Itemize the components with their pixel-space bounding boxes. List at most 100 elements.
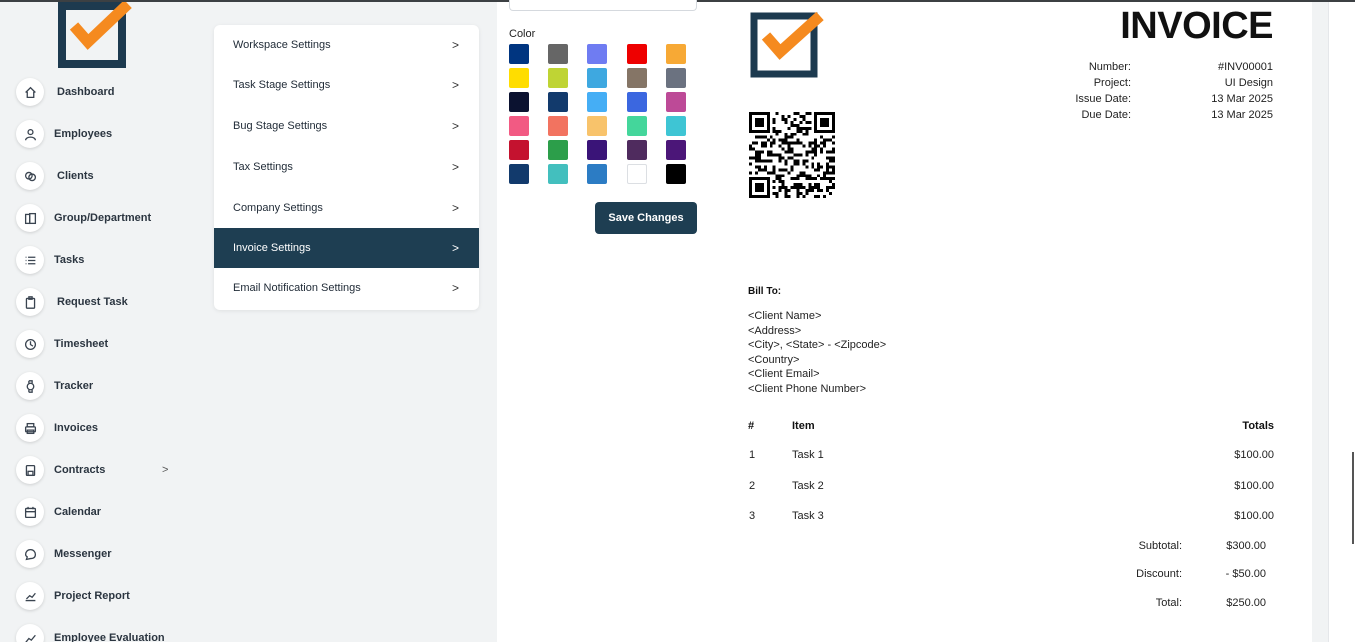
invoice-meta-key: Project:: [1093, 77, 1131, 89]
color-swatch[interactable]: [627, 68, 647, 88]
color-swatch[interactable]: [548, 116, 568, 136]
color-swatch[interactable]: [548, 92, 568, 112]
client-email-line: <Client Email>: [748, 368, 820, 380]
sidebar-item-employee-evaluation[interactable]: Employee Evaluation: [16, 623, 165, 642]
invoice-meta-value: #INV00001: [1217, 61, 1273, 73]
color-swatch[interactable]: [509, 140, 529, 160]
invoice-meta-key: Due Date:: [1081, 109, 1131, 121]
table-cell-total: $100.00: [1234, 480, 1274, 492]
color-swatch[interactable]: [666, 140, 686, 160]
invoice-meta-value: 13 Mar 2025: [1211, 109, 1273, 121]
color-swatch[interactable]: [587, 44, 607, 64]
sidebar-item-label: Invoices: [54, 422, 99, 434]
sidebar-item-label: Employees: [54, 128, 113, 140]
color-swatch[interactable]: [587, 140, 607, 160]
sidebar-item-label: Calendar: [54, 506, 102, 518]
table-header-item: Item: [792, 420, 815, 432]
sidebar-item-calendar[interactable]: Calendar: [16, 497, 101, 527]
save-icon: [16, 456, 44, 484]
color-swatch[interactable]: [627, 164, 647, 184]
color-swatch[interactable]: [509, 68, 529, 88]
settings-item-label: Bug Stage Settings: [233, 120, 328, 132]
settings-item-workspace[interactable]: Workspace Settings >: [214, 25, 479, 65]
building-icon: [16, 204, 44, 232]
sidebar-item-invoices[interactable]: Invoices: [16, 413, 98, 443]
discount-value: - $50.00: [1225, 568, 1266, 580]
address-line: <Address>: [748, 325, 802, 337]
sidebar-item-label: Employee Evaluation: [54, 632, 165, 642]
settings-item-tax[interactable]: Tax Settings >: [214, 147, 479, 187]
settings-item-bug-stage[interactable]: Bug Stage Settings >: [214, 106, 479, 146]
watch-icon: [16, 372, 44, 400]
sidebar-item-tasks[interactable]: Tasks: [16, 245, 84, 275]
sidebar-item-label: Timesheet: [54, 338, 109, 350]
settings-item-label: Company Settings: [233, 202, 323, 214]
color-swatch[interactable]: [666, 164, 686, 184]
invoice-meta-key: Issue Date:: [1075, 93, 1131, 105]
table-header-number: #: [748, 420, 755, 432]
color-swatch[interactable]: [627, 116, 647, 136]
color-swatch[interactable]: [666, 116, 686, 136]
sidebar-item-contracts[interactable]: Contracts >: [16, 455, 186, 485]
sidebar-item-request-task[interactable]: Request Task: [16, 287, 128, 317]
invoice-meta-key: Number:: [1088, 61, 1131, 73]
sidebar-item-project-report[interactable]: Project Report: [16, 581, 130, 611]
color-swatch[interactable]: [509, 92, 529, 112]
color-swatch[interactable]: [548, 164, 568, 184]
sidebar-item-label: Messenger: [54, 548, 112, 560]
subtotal-value: $300.00: [1226, 540, 1266, 552]
table-cell-total: $100.00: [1234, 510, 1274, 522]
calendar-icon: [16, 498, 44, 526]
color-swatch[interactable]: [548, 140, 568, 160]
chevron-right-icon: >: [162, 464, 169, 476]
sidebar-item-messenger[interactable]: Messenger: [16, 539, 111, 569]
total-label: Total:: [1155, 597, 1182, 609]
chevron-right-icon: >: [451, 38, 459, 52]
settings-item-company[interactable]: Company Settings >: [214, 188, 479, 228]
settings-item-email-notification[interactable]: Email Notification Settings >: [214, 268, 479, 308]
sidebar-item-label: Dashboard: [57, 86, 115, 98]
settings-item-task-stage[interactable]: Task Stage Settings >: [214, 65, 479, 105]
color-swatch[interactable]: [666, 44, 686, 64]
sidebar-item-label: Request Task: [57, 296, 128, 308]
color-swatch[interactable]: [666, 68, 686, 88]
color-swatch[interactable]: [509, 116, 529, 136]
table-cell-total: $100.00: [1234, 449, 1274, 461]
table-cell-item: Task 2: [792, 480, 824, 492]
color-swatch[interactable]: [548, 68, 568, 88]
color-swatch[interactable]: [627, 140, 647, 160]
save-changes-button[interactable]: Save Changes: [595, 202, 697, 234]
printer-icon: [16, 414, 44, 442]
sidebar-item-label: Clients: [57, 170, 94, 182]
color-swatch[interactable]: [666, 92, 686, 112]
color-swatch[interactable]: [627, 44, 647, 64]
qr-code: [749, 112, 835, 198]
color-swatch[interactable]: [587, 92, 607, 112]
color-label: Color: [509, 28, 536, 40]
template-select[interactable]: [509, 0, 697, 11]
sidebar-item-dashboard[interactable]: Dashboard: [16, 77, 114, 107]
color-swatch[interactable]: [509, 44, 529, 64]
right-gutter: [1328, 2, 1355, 642]
client-phone-line: <Client Phone Number>: [748, 383, 867, 395]
settings-item-invoice[interactable]: Invoice Settings >: [214, 228, 479, 268]
clipboard-icon: [16, 288, 44, 316]
color-swatch[interactable]: [548, 44, 568, 64]
invoice-meta-value: UI Design: [1224, 77, 1273, 89]
color-swatch[interactable]: [627, 92, 647, 112]
color-swatch[interactable]: [587, 68, 607, 88]
chevron-right-icon: >: [451, 241, 459, 255]
sidebar-item-label: Project Report: [54, 590, 130, 602]
color-swatch[interactable]: [587, 164, 607, 184]
color-swatch[interactable]: [587, 116, 607, 136]
sidebar-item-timesheet[interactable]: Timesheet: [16, 329, 108, 359]
sidebar-item-label: Tasks: [54, 254, 85, 266]
sidebar-item-clients[interactable]: Clients: [16, 161, 94, 191]
sidebar-item-employees[interactable]: Employees: [16, 119, 112, 149]
settings-menu: Workspace Settings > Task Stage Settings…: [214, 25, 479, 310]
sidebar: Dashboard Employees Clients Group/Depart…: [0, 2, 200, 642]
sidebar-item-tracker[interactable]: Tracker: [16, 371, 93, 401]
color-swatch[interactable]: [509, 164, 529, 184]
sidebar-item-group-department[interactable]: Group/Department: [16, 203, 151, 233]
scrollbar-thumb[interactable]: [1352, 452, 1354, 544]
